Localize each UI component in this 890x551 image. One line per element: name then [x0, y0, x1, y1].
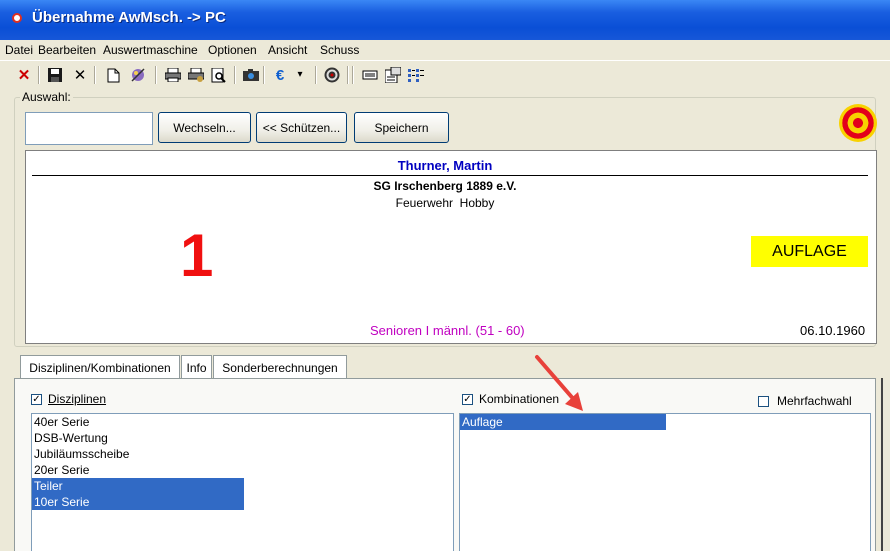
disziplinen-checkbox[interactable]: ✓ [31, 394, 42, 405]
window-title: Übernahme AwMsch. -> PC [32, 9, 226, 26]
shooter-number: 1 [180, 222, 214, 289]
dropdown-arrow-icon[interactable]: ▾ [290, 65, 310, 85]
toolbar: ✕ ✕ € ▾ [0, 60, 890, 88]
auflage-badge: AUFLAGE [751, 236, 868, 267]
birth-date: 06.10.1960 [800, 323, 866, 338]
target-logo-icon [839, 104, 877, 142]
tab-disziplinen-kombinationen[interactable]: Disziplinen/Kombinationen [20, 355, 180, 379]
disziplinen-list-item[interactable]: 40er Serie [32, 414, 89, 430]
tab-info[interactable]: Info [181, 355, 212, 379]
target-icon[interactable] [322, 65, 342, 85]
age-class: Senioren I männl. (51 - 60) [370, 323, 525, 338]
menu-ansicht[interactable]: Ansicht [268, 43, 307, 57]
title-bar[interactable]: Übernahme AwMsch. -> PC [0, 0, 890, 40]
close-x-icon[interactable]: ✕ [14, 65, 34, 85]
camera-icon[interactable] [241, 65, 261, 85]
wechseln-button[interactable]: Wechseln... [158, 112, 251, 143]
auswahl-label: Auswahl: [20, 90, 73, 104]
disziplinen-list-item[interactable]: Teiler [32, 478, 244, 494]
kombinationen-list-item[interactable]: Auflage [460, 414, 666, 430]
print-setup-icon[interactable] [186, 65, 206, 85]
kombinationen-list[interactable] [459, 413, 871, 551]
print-list-icon[interactable] [360, 65, 380, 85]
disziplinen-label: Disziplinen [48, 392, 107, 406]
kombinationen-checkbox[interactable]: ✓ [462, 394, 473, 405]
toolbar-separator [38, 66, 40, 84]
mehrfachwahl-label: Mehrfachwahl [777, 394, 852, 408]
menu-datei[interactable]: Datei [5, 43, 33, 57]
mehrfachwahl-checkbox[interactable] [758, 396, 769, 407]
delete-icon[interactable]: ✕ [70, 65, 90, 85]
divider-line [32, 175, 868, 176]
toolbar-separator [347, 66, 349, 84]
toolbar-separator [234, 66, 236, 84]
list-view-icon[interactable] [406, 65, 426, 85]
menu-bearbeiten[interactable]: Bearbeiten [38, 43, 96, 57]
print-icon[interactable] [163, 65, 183, 85]
kombinationen-label: Kombinationen [479, 392, 560, 406]
club-subline: Feuerwehr Hobby [395, 196, 495, 210]
menu-optionen[interactable]: Optionen [208, 43, 257, 57]
toolbar-separator [94, 66, 96, 84]
euro-icon[interactable]: € [270, 65, 290, 85]
new-document-icon[interactable] [103, 65, 123, 85]
print-preview-icon[interactable] [208, 65, 228, 85]
disziplinen-list-item[interactable]: 10er Serie [32, 494, 244, 510]
disziplinen-list-item[interactable]: DSB-Wertung [32, 430, 108, 446]
club-name: SG Irschenberg 1889 e.V. [373, 179, 517, 193]
toolbar-separator [315, 66, 317, 84]
schuetzen-button[interactable]: << Schützen... [256, 112, 347, 143]
properties-icon[interactable] [383, 65, 403, 85]
toolbar-separator [263, 66, 265, 84]
app-icon[interactable] [12, 13, 22, 23]
menu-schuss[interactable]: Schuss [320, 43, 359, 57]
speichern-button[interactable]: Speichern [354, 112, 449, 143]
menu-auswertmaschine[interactable]: Auswertmaschine [103, 43, 198, 57]
pane-edge [881, 378, 890, 551]
tab-sonderberechnungen[interactable]: Sonderberechnungen [213, 355, 347, 379]
disziplinen-list-item[interactable]: 20er Serie [32, 462, 89, 478]
shooter-name: Thurner, Martin [397, 158, 493, 173]
auswahl-input[interactable] [25, 112, 153, 145]
menu-bar: Datei Bearbeiten Auswertmaschine Optione… [0, 40, 890, 60]
toolbar-separator [155, 66, 157, 84]
wizard-icon[interactable] [128, 65, 148, 85]
save-icon[interactable] [45, 65, 65, 85]
toolbar-separator [352, 66, 354, 84]
disziplinen-list-item[interactable]: Jubiläumsscheibe [32, 446, 129, 462]
